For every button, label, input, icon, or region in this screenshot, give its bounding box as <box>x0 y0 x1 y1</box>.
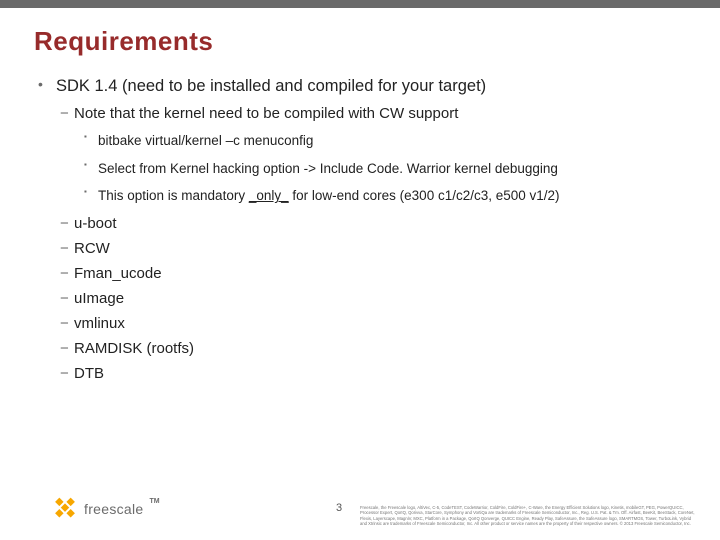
sub-mandatory-pre: This option is mandatory <box>98 188 249 203</box>
freescale-logo-text: freescale <box>84 501 144 517</box>
legal-text: Freescale, the Freescale logo, AltiVec, … <box>360 505 696 526</box>
freescale-logo: freescale TM <box>52 496 160 522</box>
sub-mandatory: This option is mandatory _only_ for low-… <box>34 185 686 207</box>
top-accent-bar <box>0 0 720 8</box>
footer: freescale TM 3 Freescale, the Freescale … <box>0 482 720 528</box>
artifact-item: RCW <box>34 238 686 259</box>
sub-bitbake: bitbake virtual/kernel –c menuconfig <box>34 130 686 152</box>
slide-title: Requirements <box>34 26 686 57</box>
artifact-item: RAMDISK (rootfs) <box>34 338 686 359</box>
artifact-list: u-boot RCW Fman_ucode uImage vmlinux RAMDISK … <box>34 213 686 384</box>
bullet-kernel-note: Note that the kernel need to be compiled… <box>34 103 686 124</box>
trademark-symbol: TM <box>150 498 160 505</box>
artifact-item: uImage <box>34 288 686 309</box>
artifact-item: DTB <box>34 363 686 384</box>
bullet-sdk: SDK 1.4 (need to be installed and compil… <box>34 75 686 97</box>
sub-mandatory-post: for low-end cores (e300 c1/c2/c3, e500 v… <box>289 188 560 203</box>
artifact-item: Fman_ucode <box>34 263 686 284</box>
page-number: 3 <box>336 502 342 514</box>
sub-mandatory-only: _only_ <box>249 188 289 203</box>
artifact-item: u-boot <box>34 213 686 234</box>
freescale-logo-icon <box>52 496 78 522</box>
sub-kernel-hacking: Select from Kernel hacking option -> Inc… <box>34 158 686 180</box>
slide-body: Requirements SDK 1.4 (need to be install… <box>0 8 720 384</box>
artifact-item: vmlinux <box>34 313 686 334</box>
